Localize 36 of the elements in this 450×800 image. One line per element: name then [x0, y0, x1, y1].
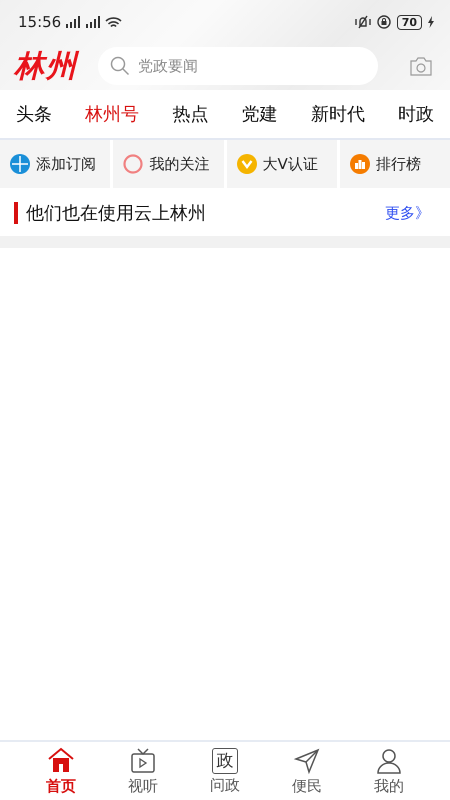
camera-icon[interactable] — [410, 56, 432, 76]
lock-icon — [376, 15, 391, 29]
channel-tab[interactable]: 头条 — [16, 102, 52, 126]
tv-icon — [129, 746, 157, 774]
nav-tab[interactable]: 便民 — [286, 742, 328, 800]
wifi-icon — [105, 16, 122, 28]
status-time: 15:56 — [18, 13, 62, 31]
shortcut-button[interactable]: 排行榜 — [340, 140, 450, 188]
battery-level: 70 — [396, 14, 422, 30]
search-field[interactable]: 党政要闻 — [136, 56, 366, 76]
shortcut-button[interactable]: 大V认证 — [226, 140, 337, 188]
charging-icon — [428, 16, 434, 28]
home-icon — [47, 746, 75, 774]
vibrate-bell-icon — [354, 15, 371, 29]
nav-tab[interactable]: 首页 — [40, 742, 82, 800]
section-title: 他们也在使用云上林州 — [26, 202, 206, 225]
paper-plane-icon — [293, 746, 321, 774]
channel-tab[interactable]: 新时代 — [310, 102, 365, 126]
channel-tab[interactable]: 林州号 — [85, 102, 140, 126]
shortcut-button[interactable]: 添加订阅 — [0, 140, 110, 188]
more-link[interactable]: 更多》 — [385, 204, 430, 222]
channel-tab[interactable]: 热点 — [172, 102, 208, 126]
accent-bar — [14, 202, 18, 224]
signal-icon — [65, 16, 82, 28]
search-bar[interactable]: 党政要闻 — [98, 47, 378, 85]
app-logo: 林州 — [14, 48, 78, 86]
shortcut-button[interactable]: 我的关注 — [113, 140, 224, 188]
signal-icon — [85, 16, 102, 28]
channel-tab[interactable]: 党建 — [242, 102, 278, 126]
nav-tab[interactable]: 视听 — [122, 742, 164, 800]
channel-tab[interactable]: 时政 — [398, 102, 434, 126]
boxed-glyph-icon: 政 — [212, 748, 238, 774]
nav-tab[interactable]: 政 问政 — [204, 742, 246, 800]
search-icon — [110, 56, 130, 76]
nav-tab[interactable]: 我的 — [368, 742, 410, 800]
person-icon — [375, 746, 403, 774]
